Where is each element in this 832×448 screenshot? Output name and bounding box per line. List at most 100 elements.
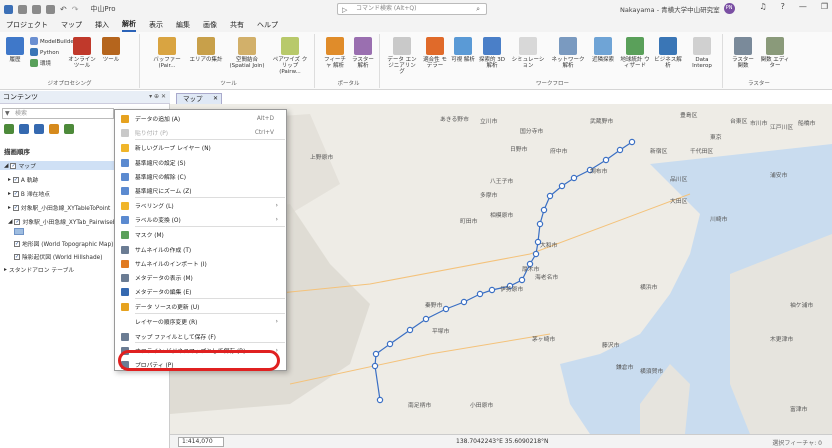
undo-icon[interactable]: ↶ [60,5,67,14]
redo-icon[interactable]: ↷ [72,5,79,14]
expand-icon[interactable]: ▸ [8,191,11,197]
geostatistical-wizard-button[interactable]: 地球統計 ウィザード [619,37,651,69]
list-by-source-icon[interactable] [19,124,29,134]
station-point[interactable] [616,146,624,154]
menu-project[interactable]: プロジェクト [6,20,48,30]
checkbox-layer[interactable]: ✓ [12,204,19,211]
suitability-modeler-button[interactable]: 適合性 モデラー [421,37,449,69]
raster-analysis-button[interactable]: ラスター 解析 [350,37,376,69]
context-menu-item[interactable]: 基準縮尺の解除 (C) [115,170,286,183]
station-point[interactable] [570,174,578,182]
expand-icon[interactable]: ▸ [8,205,11,211]
context-menu-item[interactable]: 基準縮尺にズーム (Z) [115,184,286,197]
maximize-icon[interactable]: ❐ [821,2,828,11]
context-menu-item[interactable]: レイヤーの順序変更 (R) › [115,315,286,328]
station-point[interactable] [422,315,430,323]
visibility-button[interactable]: 可視 解析 [451,37,475,63]
context-menu-item[interactable]: サムネイルのインポート (I) [115,257,286,270]
user-area[interactable]: Nakayama - 青横大学中山研究室 PN [620,3,735,14]
context-menu-item[interactable]: メタデータの表示 (M) [115,271,286,284]
history-button[interactable]: 履歴 [4,37,26,63]
summarize-within-button[interactable]: エリアの集計 [189,37,223,63]
raster-functions-button[interactable]: ラスター 関数 [730,37,756,69]
simulation-button[interactable]: シミュレーション [511,37,545,69]
expand-icon[interactable]: ▸ [8,177,11,183]
station-point[interactable] [602,156,610,164]
context-menu-item[interactable]: データの追加 (A) Alt+D [115,112,286,125]
checkbox-layer[interactable]: ✓ [14,240,20,247]
close-tab-icon[interactable]: ✕ [213,94,218,104]
context-menu-item[interactable]: マップ ファイルとして保存 (F) [115,330,286,343]
station-point[interactable] [406,326,414,334]
minimize-icon[interactable]: — [799,2,807,11]
tab-map[interactable]: マップ ✕ [176,93,222,104]
help-icon[interactable]: ? [781,2,785,11]
context-menu-item[interactable]: マスク (M) [115,228,286,241]
new-project-icon[interactable] [18,4,27,14]
checkbox-layer[interactable]: ✓ [14,253,20,260]
context-menu-item[interactable]: 新しいグループ レイヤー (N) [115,141,286,154]
python-button[interactable]: Python [30,48,59,58]
station-point[interactable] [371,362,379,370]
network-analysis-button[interactable]: ネットワーク解析 [549,37,587,69]
proximity-button[interactable]: 近隣探索 [589,37,617,63]
menu-help[interactable]: ヘルプ [257,20,278,30]
data-interop-button[interactable]: Data Interop [685,37,719,69]
exploratory-3d-button[interactable]: 探索的 3D 解析 [477,37,507,69]
list-by-snapping-icon[interactable] [64,124,74,134]
station-point[interactable] [558,182,566,190]
station-point[interactable] [546,192,554,200]
menu-share[interactable]: 共有 [230,20,244,30]
function-editor-button[interactable]: 関数 エディター [760,37,790,69]
tree-item-layer-a[interactable]: ▸ ✓ A 軌跡 [8,175,38,184]
menu-insert[interactable]: 挿入 [95,20,109,30]
tree-item-hillshade[interactable]: ✓ 陰影起伏図 (World Hillshade) [14,252,103,261]
context-menu-item[interactable]: データ ソースの更新 (U) [115,300,286,313]
context-menu-item[interactable]: メタデータの編集 (E) [115,285,286,298]
buffer-button[interactable]: バッファー (Pair... [149,37,185,69]
station-point[interactable] [540,206,548,214]
station-point[interactable] [476,290,484,298]
contents-search-input[interactable]: ▼ 検索 [2,108,114,119]
list-by-selection-icon[interactable] [34,124,44,134]
data-engineering-button[interactable]: データ エンジニアリング [387,37,417,75]
expand-icon[interactable]: ▸ [4,267,7,273]
pairwise-clip-button[interactable]: ペアワイズ クリップ (Pairw... [271,37,309,75]
station-point[interactable] [460,298,468,306]
context-menu-item[interactable]: 基準縮尺の設定 (S) [115,156,286,169]
list-by-drawing-order-icon[interactable] [4,124,14,134]
command-search-input[interactable]: ▷ コマンド検索 (Alt+Q) ⌕ [337,3,487,15]
online-tools-button[interactable]: オンライン ツール [68,37,96,69]
station-point[interactable] [532,250,540,258]
tree-item-layer-b[interactable]: ▸ ✓ B 滞在地点 [8,189,50,198]
context-menu-item[interactable]: サムネイルの作成 (T) [115,243,286,256]
station-point[interactable] [376,396,384,404]
selected-features-count[interactable]: 選択フィーチャ: 0 [772,438,822,447]
pane-options-icon[interactable]: ▾ ⊕ ✕ [149,93,166,100]
expand-icon[interactable]: ◢ [4,163,8,169]
save-icon[interactable] [46,4,55,14]
station-point[interactable] [488,286,496,294]
station-point[interactable] [372,350,380,358]
list-by-editing-icon[interactable] [49,124,59,134]
station-point[interactable] [518,276,526,284]
station-point[interactable] [386,340,394,348]
station-point[interactable] [442,305,450,313]
checkbox-layer[interactable]: ✓ [12,176,19,183]
checkbox-layer[interactable]: ✓ [14,218,21,225]
tree-item-topographic[interactable]: ✓ 地形図 (World Topographic Map) [14,239,113,248]
checkbox-layer[interactable]: ✓ [12,190,19,197]
context-menu-item[interactable]: ラベルの変換 (O) › [115,213,286,226]
menu-imagery[interactable]: 画像 [203,20,217,30]
open-project-icon[interactable] [32,4,41,14]
feature-analysis-button[interactable]: フィーチャ 解析 [322,37,348,69]
tree-item-station-buffer[interactable]: ◢ ✓ 対象駅_小田急線_XYTab_PairwiseBuf [8,217,122,226]
environments-button[interactable]: 環境 [30,59,51,69]
station-point[interactable] [536,220,544,228]
notification-icon[interactable]: ♫ [759,2,766,11]
checkbox-map[interactable]: ✓ [10,162,17,169]
context-menu-item[interactable]: 貼り付け (P) Ctrl+V [115,126,286,139]
avatar[interactable]: PN [723,3,735,14]
spatial-join-button[interactable]: 空間結合 (Spatial Join) [227,37,267,69]
menu-view[interactable]: 表示 [149,20,163,30]
